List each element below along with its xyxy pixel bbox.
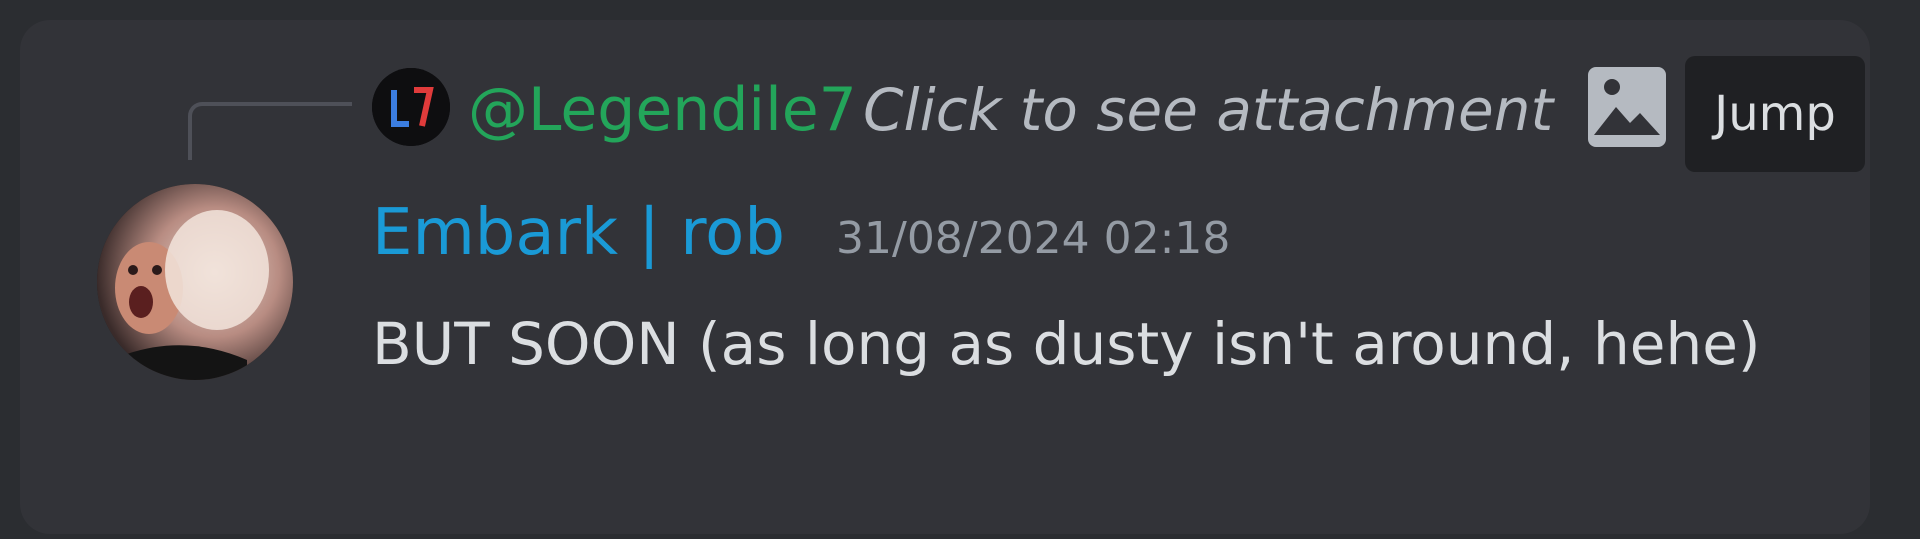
reply-connector: [188, 102, 352, 160]
author-name[interactable]: Embark | rob: [372, 188, 785, 278]
reply-attachment-text[interactable]: Click to see attachment: [863, 70, 1553, 150]
reply-avatar[interactable]: [372, 68, 450, 146]
legendile7-avatar-icon: [372, 68, 450, 146]
message-content: BUT SOON (as long as dusty isn't around,…: [372, 310, 1761, 378]
timestamp: 31/08/2024 02:18: [836, 213, 1231, 264]
user-avatar-icon: [97, 184, 293, 380]
image-icon: [1586, 65, 1668, 149]
reply-preview[interactable]: @Legendile7 Click to see attachment Jump: [20, 20, 1870, 172]
jump-button[interactable]: Jump: [1685, 56, 1865, 172]
avatar[interactable]: [97, 184, 293, 380]
message-card: @Legendile7 Click to see attachment Jump: [20, 20, 1870, 534]
reply-username[interactable]: @Legendile7: [468, 70, 857, 150]
